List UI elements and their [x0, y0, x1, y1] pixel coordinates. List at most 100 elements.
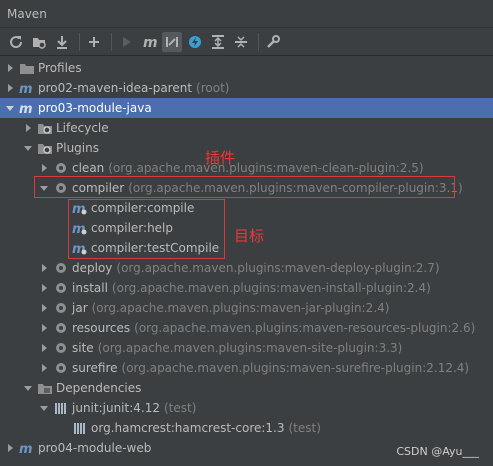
plugin-coordinates: (org.apache.maven.plugins:maven-jar-plug…: [91, 301, 390, 315]
plugin-name: deploy: [72, 261, 113, 275]
run-icon: [123, 37, 131, 47]
tree-node-dependency-hamcrest[interactable]: org.hamcrest:hamcrest-core:1.3 (test): [0, 418, 493, 438]
tool-window-title: Maven: [0, 0, 493, 28]
tree-node-plugin-clean[interactable]: clean (org.apache.maven.plugins:maven-cl…: [0, 158, 493, 178]
library-folder-icon: [37, 380, 53, 396]
toolbar-separator: [79, 33, 80, 51]
tree-node-plugin-jar[interactable]: jar (org.apache.maven.plugins:maven-jar-…: [0, 298, 493, 318]
collapse-arrow-icon[interactable]: [38, 402, 50, 414]
plugin-name: clean: [72, 161, 105, 175]
plugin-gear-icon: [53, 320, 69, 336]
expand-arrow-icon[interactable]: [38, 162, 50, 174]
collapse-arrow-icon[interactable]: [22, 142, 34, 154]
expand-arrow-icon[interactable]: [38, 322, 50, 334]
svg-text:m: m: [19, 442, 33, 456]
add-project-button[interactable]: [84, 32, 104, 52]
expand-arrow-icon[interactable]: [38, 282, 50, 294]
plugin-name: install: [72, 281, 108, 295]
run-button[interactable]: [116, 32, 136, 52]
tree-node-label: pro04-module-web: [38, 441, 152, 455]
expand-arrow-icon[interactable]: [38, 302, 50, 314]
lightning-icon: [189, 36, 201, 48]
collapse-all-icon: [235, 36, 247, 48]
download-icon: [57, 36, 67, 49]
plugin-gear-icon: [53, 260, 69, 276]
maven-project-icon: m: [19, 80, 35, 96]
plugin-name: jar: [72, 301, 88, 315]
expand-all-icon: [212, 35, 224, 49]
expand-arrow-icon[interactable]: [4, 62, 16, 74]
tree-node-plugin-install[interactable]: install (org.apache.maven.plugins:maven-…: [0, 278, 493, 298]
tree-node-plugin-deploy[interactable]: deploy (org.apache.maven.plugins:maven-d…: [0, 258, 493, 278]
dependency-name: org.hamcrest:hamcrest-core:1.3: [91, 421, 285, 435]
gear-folder-icon: [37, 140, 53, 156]
gear-folder-icon: [37, 120, 53, 136]
toggle-offline-button[interactable]: [162, 32, 182, 52]
expand-all-button[interactable]: [208, 32, 228, 52]
root-note: (root): [196, 81, 230, 95]
reimport-folder-button[interactable]: [29, 32, 49, 52]
tree-node-plugin-surefire[interactable]: surefire (org.apache.maven.plugins:maven…: [0, 358, 493, 378]
tree-node-parent-project[interactable]: m pro02-maven-idea-parent (root): [0, 78, 493, 98]
collapse-all-button[interactable]: [231, 32, 251, 52]
library-icon: [72, 420, 88, 436]
plus-icon: [89, 37, 99, 47]
library-icon: [53, 400, 69, 416]
plugin-highlight-box: [34, 176, 455, 198]
tree-node-label: Profiles: [38, 61, 82, 75]
tree-node-label: Dependencies: [56, 381, 142, 395]
plugin-gear-icon: [53, 160, 69, 176]
plugin-gear-icon: [53, 280, 69, 296]
tree-node-label: pro03-module-java: [38, 101, 152, 115]
collapse-arrow-icon[interactable]: [22, 382, 34, 394]
reload-icon: [10, 36, 23, 49]
reload-button[interactable]: [6, 32, 26, 52]
tree-node-profiles[interactable]: Profiles: [0, 58, 493, 78]
plugin-coordinates: (org.apache.maven.plugins:maven-resource…: [134, 321, 476, 335]
expand-arrow-icon[interactable]: [38, 362, 50, 374]
tree-node-label: Plugins: [56, 141, 99, 155]
expand-arrow-icon[interactable]: [38, 262, 50, 274]
tree-node-dependency-junit[interactable]: junit:junit:4.12 (test): [0, 398, 493, 418]
expand-arrow-icon[interactable]: [4, 442, 16, 454]
goal-annotation: 目标: [234, 227, 265, 245]
plugin-gear-icon: [53, 340, 69, 356]
plugin-gear-icon: [53, 360, 69, 376]
plugin-coordinates: (org.apache.maven.plugins:maven-site-plu…: [97, 341, 403, 355]
maven-m-icon: m: [143, 35, 157, 50]
dependency-scope: (test): [288, 421, 321, 435]
svg-text:m: m: [143, 35, 157, 50]
execute-goal-button[interactable]: m: [139, 32, 159, 52]
download-sources-button[interactable]: [52, 32, 72, 52]
maven-project-tree: Profiles m pro02-maven-idea-parent (root…: [0, 57, 493, 466]
expand-arrow-icon[interactable]: [22, 122, 34, 134]
tree-node-dependencies[interactable]: Dependencies: [0, 378, 493, 398]
tree-node-plugins[interactable]: Plugins: [0, 138, 493, 158]
tree-node-lifecycle[interactable]: Lifecycle: [0, 118, 493, 138]
goal-highlight-box: [68, 199, 225, 259]
plugin-name: site: [72, 341, 94, 355]
skip-tests-button[interactable]: [185, 32, 205, 52]
tree-node-module-java[interactable]: m pro03-module-java: [0, 98, 493, 118]
tree-node-plugin-site[interactable]: site (org.apache.maven.plugins:maven-sit…: [0, 338, 493, 358]
watermark: CSDN @Ayu___: [396, 445, 479, 458]
wrench-icon: [267, 35, 280, 48]
plugin-name: resources: [72, 321, 131, 335]
expand-arrow-icon[interactable]: [38, 342, 50, 354]
tree-node-plugin-resources[interactable]: resources (org.apache.maven.plugins:mave…: [0, 318, 493, 338]
maven-toolbar: m: [0, 29, 493, 56]
folder-icon: [19, 60, 35, 76]
tree-node-label: pro02-maven-idea-parent: [38, 81, 193, 95]
svg-text:m: m: [19, 102, 33, 116]
toolbar-separator: [111, 33, 112, 51]
toggle-offline-icon: [166, 37, 178, 47]
plugin-annotation: 插件: [205, 149, 236, 167]
plugin-coordinates: (org.apache.maven.plugins:maven-clean-pl…: [108, 161, 424, 175]
plugin-coordinates: (org.apache.maven.plugins:maven-deploy-p…: [116, 261, 440, 275]
add-folder-icon: [33, 38, 46, 49]
expand-arrow-icon[interactable]: [4, 82, 16, 94]
svg-text:m: m: [19, 82, 33, 96]
plugin-gear-icon: [53, 300, 69, 316]
collapse-arrow-icon[interactable]: [4, 102, 16, 114]
settings-button[interactable]: [263, 32, 283, 52]
